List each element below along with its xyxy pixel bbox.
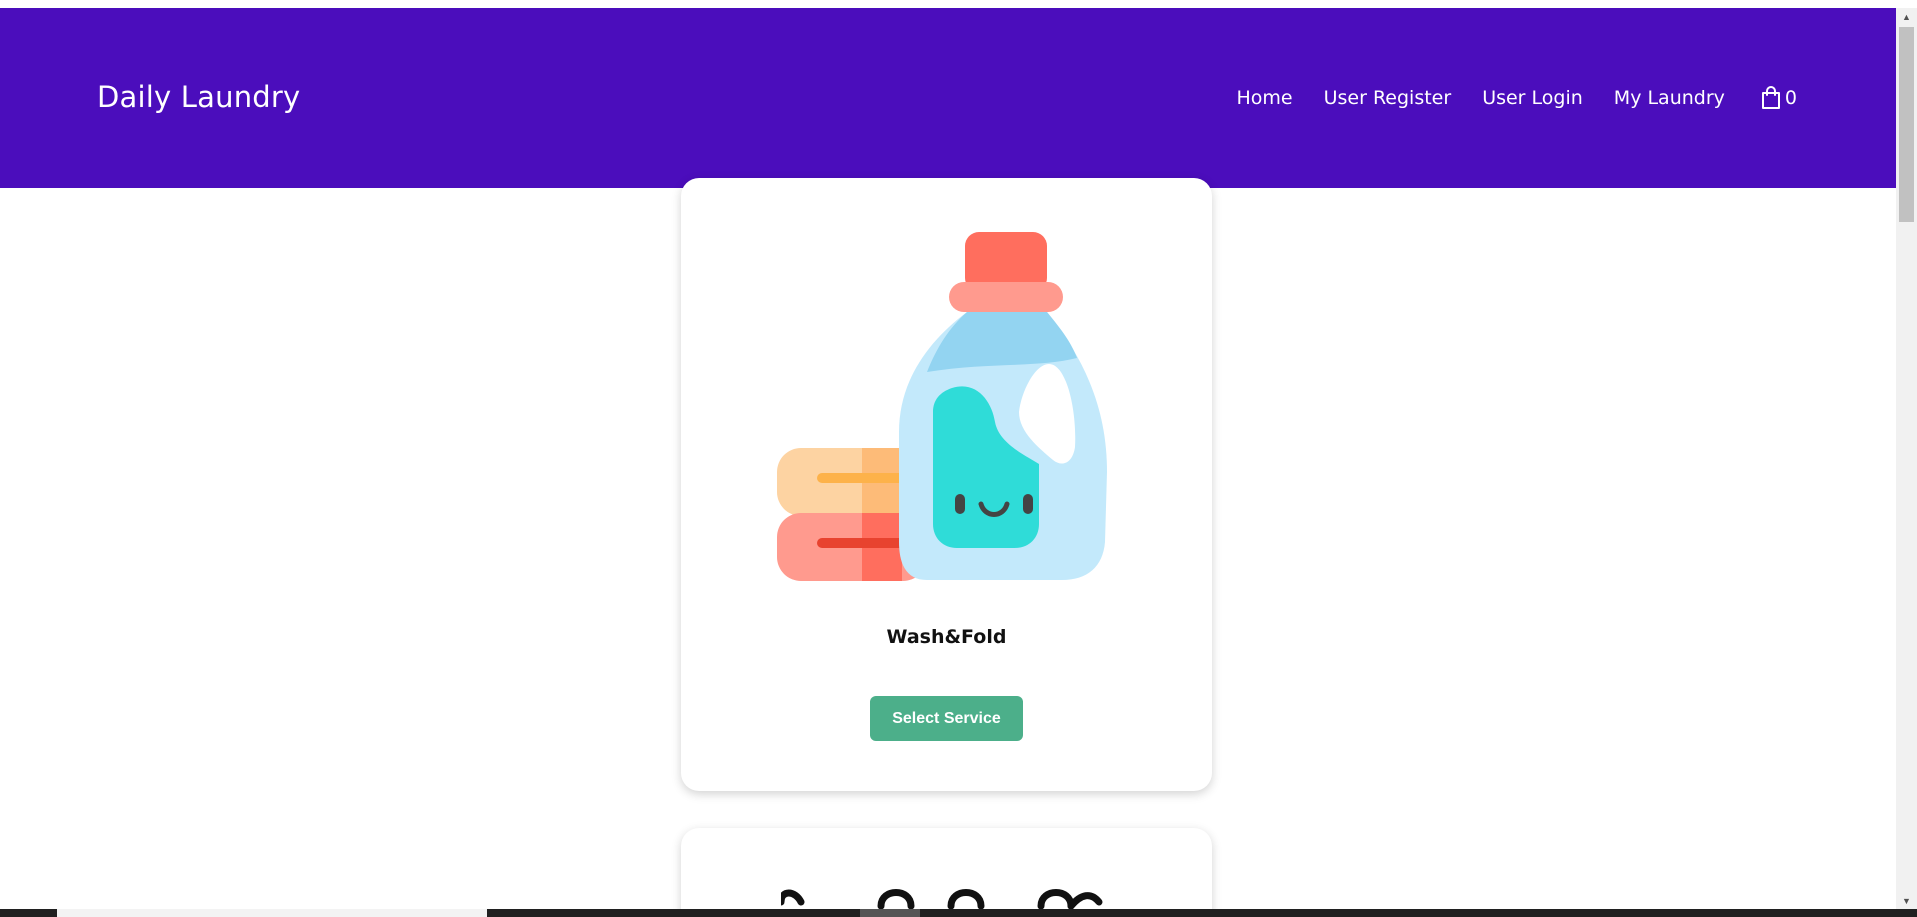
shopping-bag-icon (1761, 86, 1780, 109)
detergent-bottle-icon (777, 232, 1107, 581)
cart-button[interactable]: 0 (1760, 86, 1797, 110)
brand-logo[interactable]: Daily Laundry (97, 80, 300, 114)
nav-user-login[interactable]: User Login (1482, 87, 1583, 109)
scroll-down-arrow-icon[interactable]: ▼ (1896, 892, 1917, 909)
nav-my-laundry[interactable]: My Laundry (1614, 87, 1725, 109)
nav-user-register[interactable]: User Register (1324, 87, 1452, 109)
taskbar-app[interactable] (860, 909, 920, 917)
scroll-up-arrow-icon[interactable]: ▲ (1896, 8, 1917, 25)
service-card-wash-fold: Wash&Fold Select Service (681, 178, 1212, 791)
top-strip (0, 0, 1896, 8)
navbar: Daily Laundry Home User Register User Lo… (0, 8, 1896, 188)
taskbar-search-area[interactable] (57, 909, 487, 917)
nav-links: Home User Register User Login My Laundry… (1237, 86, 1797, 110)
page: Daily Laundry Home User Register User Lo… (0, 0, 1917, 917)
service-card-next (681, 828, 1212, 917)
service-title: Wash&Fold (886, 626, 1007, 648)
vertical-scrollbar[interactable]: ▲ ▼ (1896, 8, 1917, 909)
cart-count: 0 (1784, 87, 1797, 109)
scroll-thumb[interactable] (1899, 27, 1914, 222)
nav-home[interactable]: Home (1237, 87, 1293, 109)
taskbar (0, 909, 1917, 917)
select-service-button[interactable]: Select Service (870, 696, 1023, 741)
